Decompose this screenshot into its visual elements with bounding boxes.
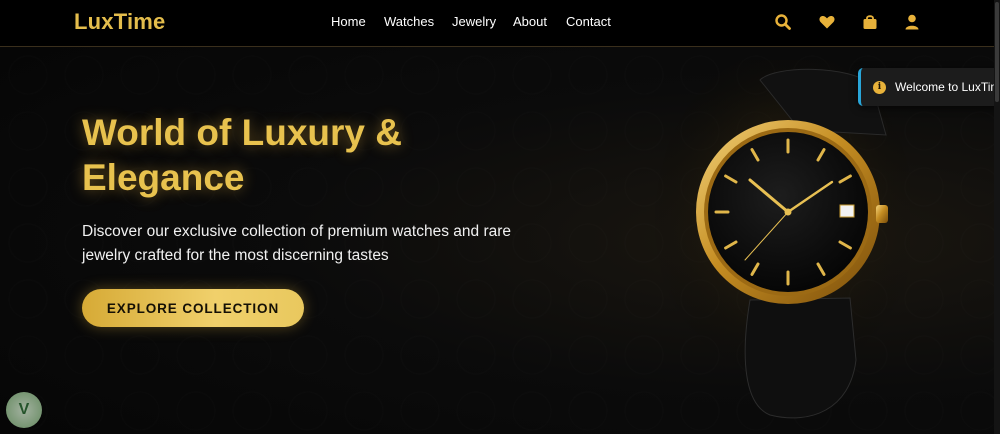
- site-header: LuxTime Home Watches Jewelry About Conta…: [0, 0, 1000, 47]
- toast-text: Welcome to LuxTime: [895, 80, 1000, 94]
- heart-icon[interactable]: [818, 13, 836, 31]
- watch-image: [655, 60, 910, 419]
- hero-title: World of Luxury & Elegance: [82, 112, 402, 198]
- hero-subtitle: Discover our exclusive collection of pre…: [82, 223, 512, 264]
- page: LuxTime Home Watches Jewelry About Conta…: [0, 0, 1000, 434]
- explore-collection-button[interactable]: EXPLORE COLLECTION: [82, 289, 304, 327]
- scrollbar-thumb[interactable]: [995, 2, 999, 102]
- nav-about[interactable]: About: [513, 14, 547, 29]
- nav-jewelry[interactable]: Jewelry: [452, 14, 496, 29]
- nav-contact[interactable]: Contact: [566, 14, 611, 29]
- nav-home[interactable]: Home: [331, 14, 366, 29]
- verification-badge-icon: V: [6, 392, 42, 428]
- nav-watches[interactable]: Watches: [384, 14, 434, 29]
- info-icon: i: [873, 80, 886, 94]
- shopping-bag-icon[interactable]: [861, 13, 879, 31]
- search-icon[interactable]: [774, 13, 792, 31]
- user-icon[interactable]: [903, 13, 921, 31]
- logo[interactable]: LuxTime: [74, 9, 165, 35]
- welcome-toast[interactable]: i Welcome to LuxTime: [858, 68, 1000, 106]
